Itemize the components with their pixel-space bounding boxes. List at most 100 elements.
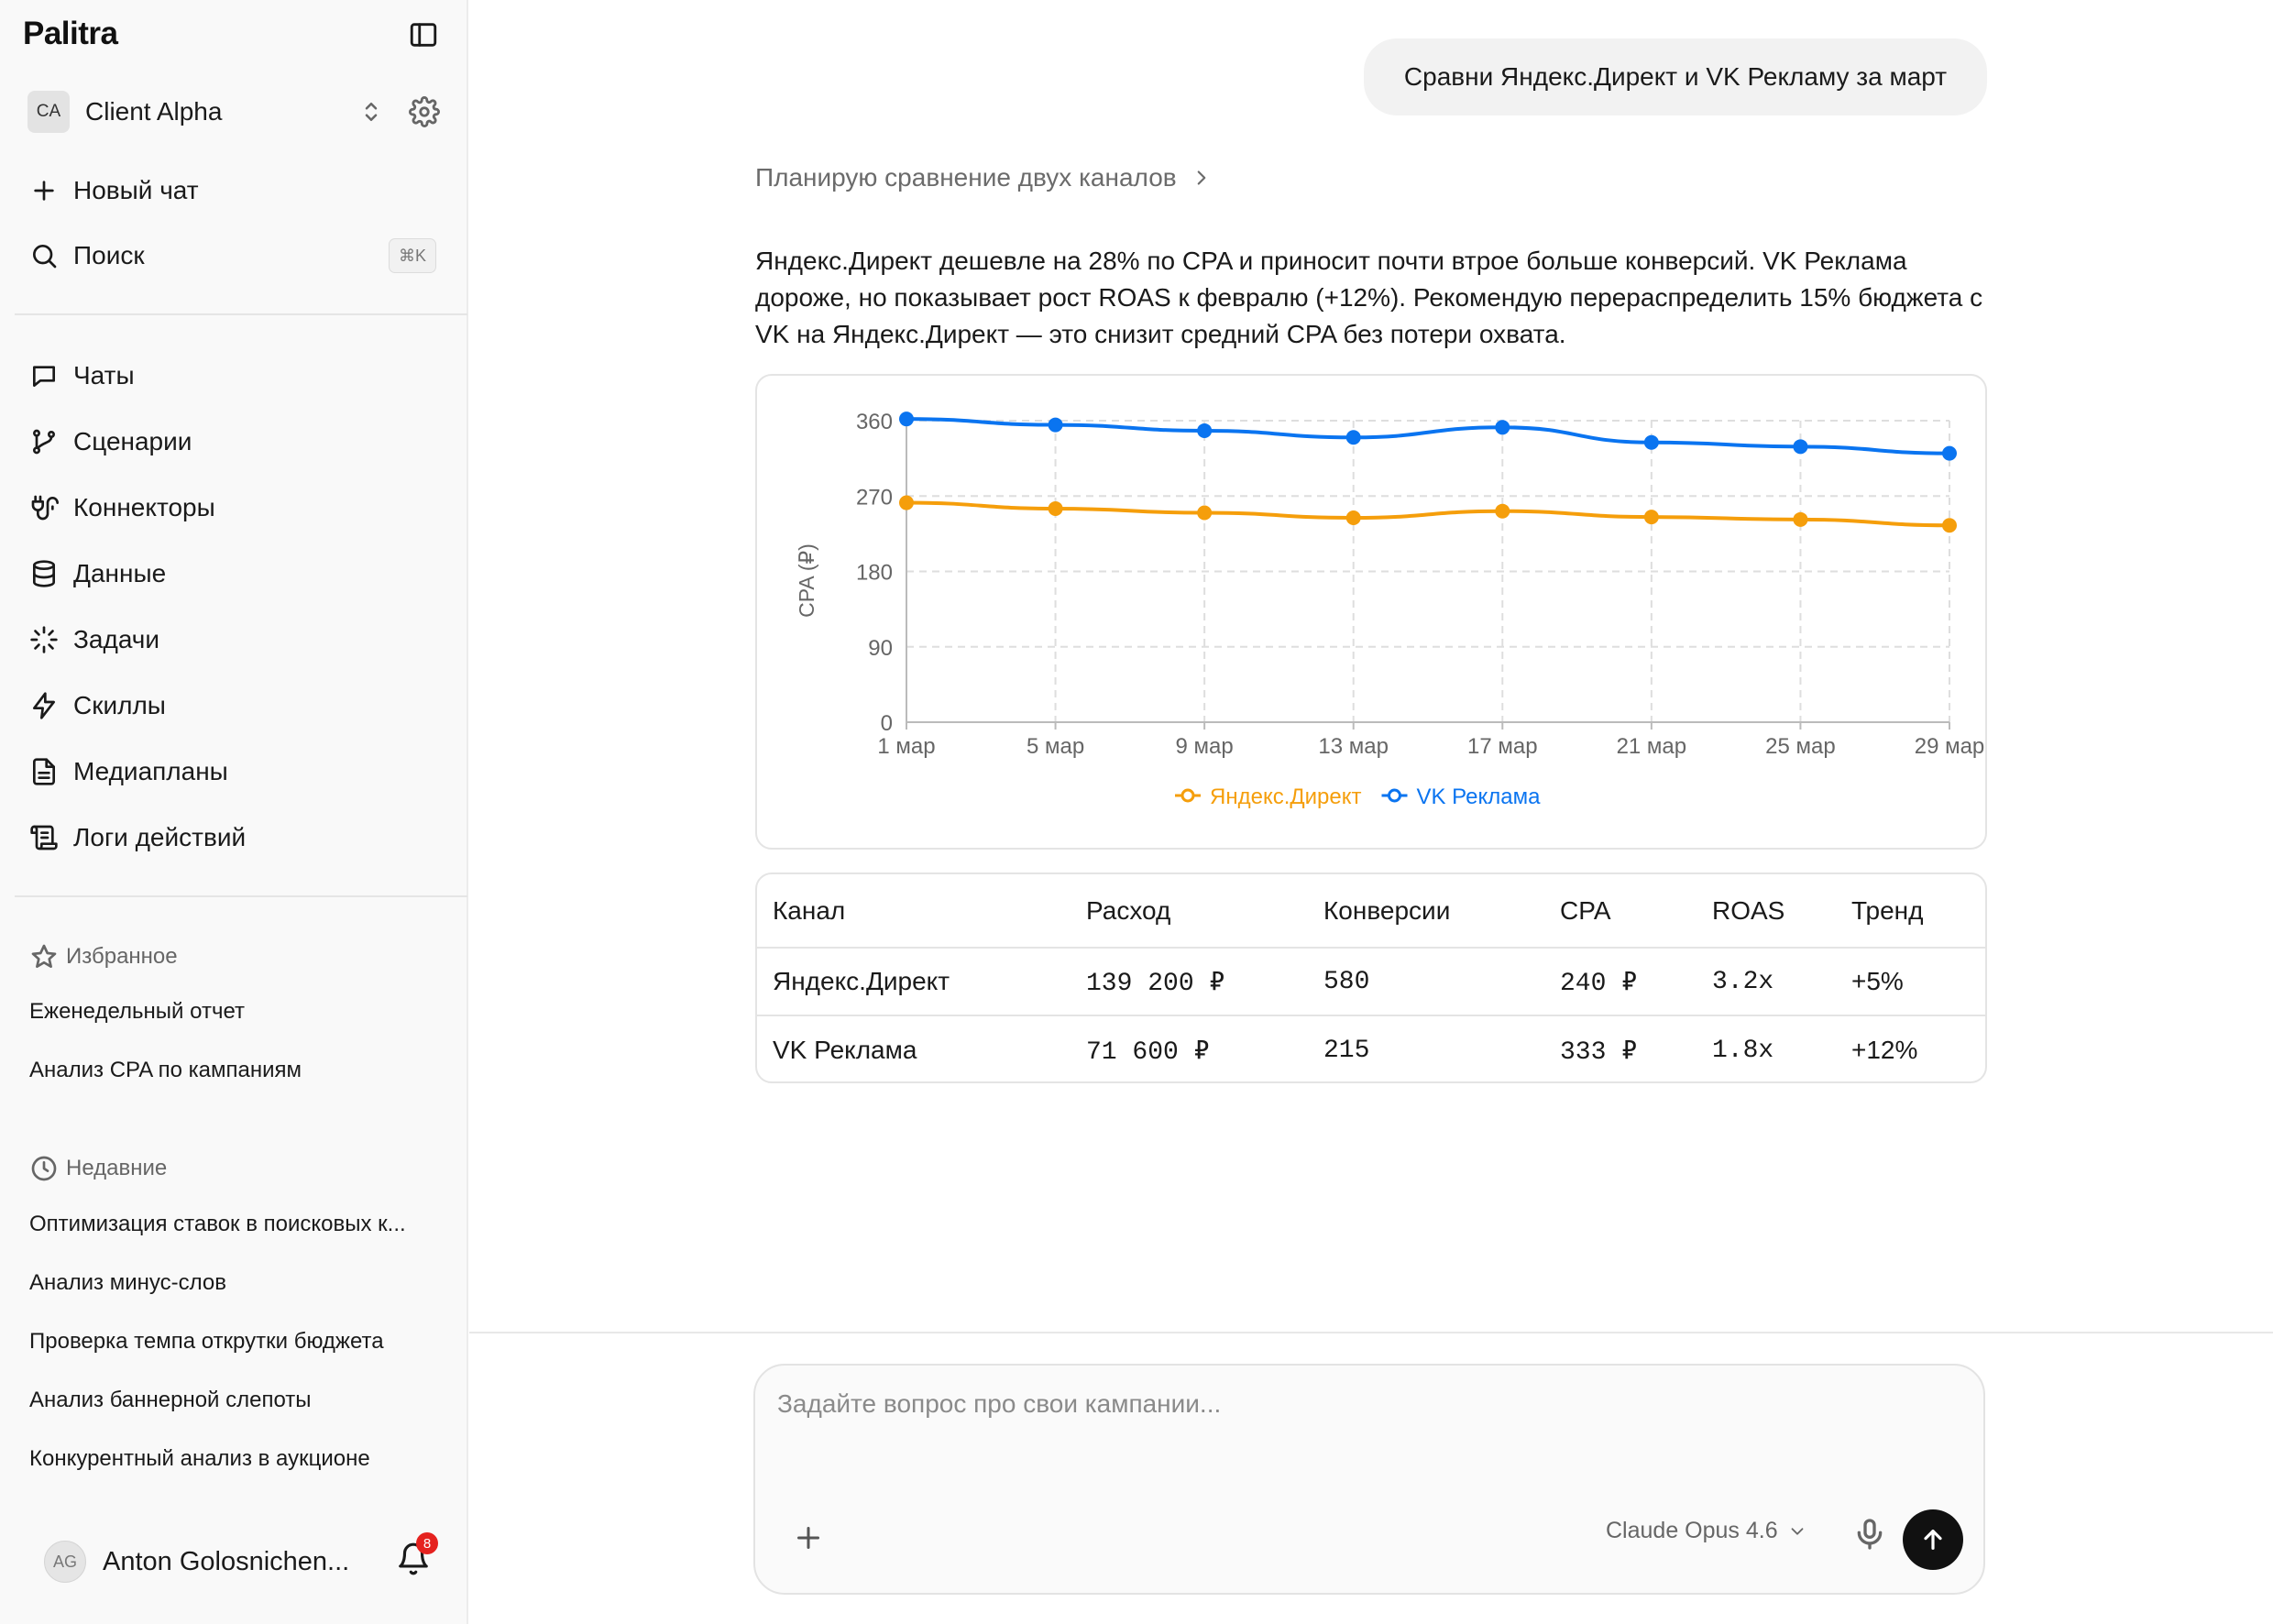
- table-cell: VK Реклама: [773, 1036, 917, 1064]
- series-line-1: [906, 417, 1950, 455]
- sidebar-item-label: Сценарии: [73, 427, 192, 455]
- send-button[interactable]: [1903, 1509, 1963, 1570]
- table-cell: 215: [1323, 1036, 1370, 1065]
- table-cell: 139 200 ₽: [1086, 969, 1225, 998]
- legend-swatch-marker: [1180, 788, 1195, 803]
- model-label: Claude Opus 4.6: [1606, 1518, 1778, 1543]
- table-cell: 3.2x: [1712, 967, 1774, 996]
- loader-icon: [30, 626, 58, 653]
- thinking-toggle[interactable]: Планирую сравнение двух каналов: [755, 163, 1213, 192]
- x-tick-label: 29 мар: [1915, 734, 1985, 759]
- favorite-item[interactable]: Еженедельный отчет: [29, 999, 245, 1025]
- sidebar-toggle-icon[interactable]: [408, 19, 439, 50]
- x-tick-label: 17 мар: [1467, 734, 1538, 759]
- table-header: CPA: [1560, 895, 1611, 925]
- y-tick-label: 0: [881, 711, 893, 736]
- x-tick-label: 1 мар: [877, 734, 935, 759]
- data-point: [1793, 511, 1808, 527]
- y-axis-label: CPA (₽): [795, 543, 818, 618]
- data-point: [1643, 510, 1659, 525]
- microphone-icon[interactable]: [1851, 1516, 1888, 1553]
- gear-icon[interactable]: [409, 96, 440, 127]
- y-tick-label: 360: [856, 410, 893, 434]
- sidebar-item-scenarios[interactable]: Сценарии: [29, 422, 192, 462]
- table-cell: 71 600 ₽: [1086, 1037, 1210, 1067]
- assistant-answer: Яндекс.Директ дешевле на 28% по CPA и пр…: [755, 247, 1983, 348]
- recent-item[interactable]: Анализ баннерной слепоты: [29, 1388, 312, 1413]
- data-point: [1197, 422, 1213, 438]
- data-point: [1495, 420, 1510, 435]
- table-cell: 333 ₽: [1560, 1037, 1638, 1067]
- data-point: [1197, 505, 1213, 521]
- data-point: [899, 411, 914, 427]
- composer-divider: [469, 1332, 2273, 1333]
- legend-label: VK Реклама: [1417, 785, 1542, 809]
- table-header-row: Канал Расход Конверсии CPA ROAS Тренд: [757, 874, 1985, 949]
- comparison-table: Канал Расход Конверсии CPA ROAS Тренд Ян…: [755, 872, 1987, 1083]
- legend-swatch-marker: [1388, 788, 1401, 803]
- search-icon: [33, 245, 57, 269]
- sidebar-item-skills[interactable]: Скиллы: [29, 686, 166, 726]
- sidebar-item-label: Скиллы: [73, 691, 166, 719]
- client-switcher[interactable]: CA Client Alpha: [23, 88, 446, 136]
- user-profile[interactable]: AG Anton Golosnichen... 8: [44, 1532, 447, 1584]
- recent-heading: Недавние: [29, 1154, 167, 1183]
- sidebar-item-label: Данные: [73, 559, 167, 587]
- recent-item[interactable]: Проверка темпа открутки бюджета: [29, 1329, 384, 1355]
- recent-item[interactable]: Конкурентный анализ в аукционе: [29, 1446, 370, 1472]
- x-tick-label: 5 мар: [1027, 734, 1084, 759]
- x-tick-label: 13 мар: [1318, 734, 1389, 759]
- new-chat-button[interactable]: Новый чат: [29, 170, 199, 211]
- data-point: [1048, 417, 1063, 433]
- sidebar-item-tasks[interactable]: Задачи: [29, 620, 159, 660]
- chevron-right-icon: [1197, 170, 1205, 185]
- star-icon: [31, 944, 57, 968]
- sidebar-item-chats[interactable]: Чаты: [29, 356, 135, 396]
- clock-icon: [31, 1156, 57, 1181]
- table-header: Конверсии: [1323, 895, 1451, 925]
- user-name: Anton Golosnichen...: [103, 1546, 350, 1576]
- data-point: [1942, 445, 1957, 461]
- sidebar-item-mediaplans[interactable]: Медиапланы: [29, 752, 228, 792]
- x-tick-label: 21 мар: [1617, 734, 1687, 759]
- model-selector[interactable]: Claude Opus 4.6: [1606, 1518, 1807, 1544]
- sidebar-item-label: Задачи: [73, 625, 160, 653]
- cpa-line-chart: 0 90 180 270 360 1 мар 5 мар 9 мар 13 мар 17 мар 2…: [795, 410, 1985, 809]
- favorite-item[interactable]: Анализ CPA по кампаниям: [29, 1058, 302, 1083]
- sidebar-item-action-logs[interactable]: Логи действий: [29, 817, 246, 858]
- recent-item[interactable]: Анализ минус-слов: [29, 1270, 226, 1296]
- recent-item[interactable]: Оптимизация ставок в поисковых к...: [29, 1212, 406, 1237]
- legend-label: Яндекс.Директ: [1210, 785, 1362, 809]
- sidebar-item-connectors[interactable]: Коннекторы: [29, 488, 215, 528]
- table-cell: 580: [1323, 967, 1370, 996]
- sidebar-divider: [15, 313, 467, 315]
- sidebar-item-label: Медиапланы: [73, 757, 228, 785]
- data-point: [1495, 503, 1510, 519]
- message-input[interactable]: [777, 1389, 1950, 1444]
- table-header: Расход: [1086, 895, 1171, 925]
- y-tick-label: 90: [868, 636, 893, 661]
- table-row: VK Реклама 71 600 ₽ 215 333 ₽ 1.8x +12%: [757, 1016, 1985, 1081]
- table-header: Канал: [773, 895, 846, 925]
- attach-plus-icon[interactable]: [792, 1521, 825, 1554]
- sidebar-item-label: Чаты: [73, 361, 135, 390]
- notification-badge: 8: [416, 1532, 438, 1554]
- sidebar-item-data[interactable]: Данные: [29, 554, 166, 594]
- plus-icon: [34, 181, 54, 201]
- new-chat-label: Новый чат: [73, 176, 199, 204]
- table-cell: 240 ₽: [1560, 969, 1638, 998]
- table-header: Тренд: [1851, 895, 1924, 925]
- chevrons-up-down-icon[interactable]: [357, 98, 385, 126]
- avatar: AG: [44, 1541, 86, 1583]
- client-avatar: CA: [27, 91, 70, 133]
- bolt-icon: [33, 692, 55, 719]
- data-point: [1345, 430, 1361, 445]
- composer: Claude Opus 4.6: [753, 1364, 1985, 1595]
- chat-icon: [33, 366, 55, 387]
- search-shortcut: ⌘K: [389, 238, 436, 273]
- arrow-up-icon: [1924, 1530, 1942, 1550]
- document-icon: [33, 758, 55, 785]
- search-button[interactable]: Поиск: [29, 236, 145, 276]
- branch-icon: [33, 429, 55, 455]
- sidebar-item-label: Логи действий: [73, 823, 247, 851]
